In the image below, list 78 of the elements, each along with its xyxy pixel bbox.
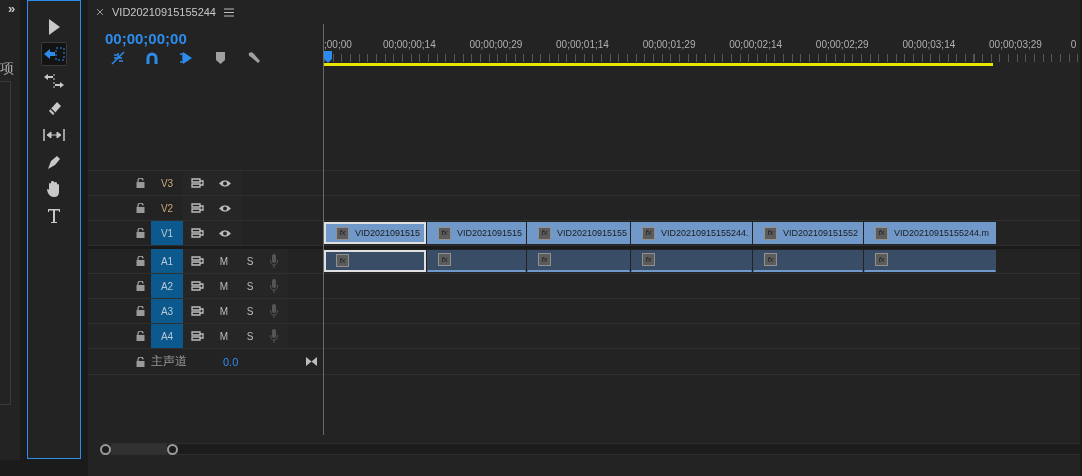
sync-lock-icon[interactable] bbox=[191, 331, 204, 341]
scroll-thumb[interactable] bbox=[111, 444, 167, 454]
double-arrow-bracket-icon bbox=[43, 128, 65, 142]
sync-lock-icon[interactable] bbox=[191, 178, 204, 188]
ruler-timecode: 00;00;02;29 bbox=[814, 39, 870, 50]
menu-icon[interactable] bbox=[224, 7, 234, 17]
track-target-button[interactable]: A2 bbox=[151, 274, 183, 298]
playhead-icon[interactable] bbox=[324, 51, 332, 63]
track-select-tool-button[interactable] bbox=[41, 42, 67, 66]
eye-icon[interactable] bbox=[218, 178, 232, 188]
sync-lock-icon[interactable] bbox=[191, 281, 204, 291]
sync-lock-icon[interactable] bbox=[191, 256, 204, 266]
track-target-button[interactable]: A1 bbox=[151, 249, 183, 273]
ruler-timecode: 00;00;01;14 bbox=[555, 39, 610, 50]
magnet-icon bbox=[146, 51, 158, 65]
time-ruler[interactable]: ;00;00 00;00;00;14 00;00;00;29 00;00;01;14 00;00;01;29 00;00;02;14 00;00;02;29 00;00;03;14 00;00;03;29 0 bbox=[323, 24, 1080, 70]
sync-lock-icon[interactable] bbox=[191, 203, 204, 213]
nest-toggle-button[interactable] bbox=[109, 50, 127, 66]
ruler-timecode: ;00;00 bbox=[324, 39, 353, 50]
panel-label: 项 bbox=[0, 59, 15, 77]
cursor-arrow-icon bbox=[47, 18, 61, 36]
ruler-timecode: 00;00;00;14 bbox=[381, 39, 437, 50]
lock-icon[interactable] bbox=[136, 256, 145, 266]
mute-button[interactable]: M bbox=[218, 280, 230, 292]
sync-lock-icon[interactable] bbox=[191, 306, 204, 316]
bowtie-icon[interactable] bbox=[306, 357, 318, 366]
solo-button[interactable]: S bbox=[244, 330, 256, 342]
track-target-button[interactable]: A4 bbox=[151, 324, 183, 348]
hand-icon bbox=[46, 180, 62, 198]
track-target-button[interactable]: V3 bbox=[151, 171, 183, 195]
mute-button[interactable]: M bbox=[218, 305, 230, 317]
ruler-timecode: 00;00;02;14 bbox=[728, 39, 784, 50]
ruler-timecode: 0 bbox=[1069, 39, 1078, 50]
pen-icon bbox=[46, 154, 62, 170]
ruler-timecode: 00;00;03;29 bbox=[988, 39, 1043, 50]
sequence-tab-title[interactable]: VID20210915155244 bbox=[112, 6, 216, 18]
track-target-button[interactable]: V2 bbox=[151, 196, 183, 220]
clip-name: VID20210915155 bbox=[557, 228, 628, 238]
ruler-timecode: 00;00;00;29 bbox=[468, 39, 524, 50]
split-arrows-icon bbox=[43, 73, 65, 89]
ruler-timecode: 00;00;01;29 bbox=[641, 39, 697, 50]
lock-icon[interactable] bbox=[136, 228, 145, 238]
zoom-scrollbar[interactable] bbox=[100, 443, 1080, 455]
lock-icon[interactable] bbox=[136, 178, 145, 188]
sync-lock-icon[interactable] bbox=[191, 228, 204, 238]
panel-expand-toggle[interactable]: » bbox=[0, 0, 20, 17]
lock-icon[interactable] bbox=[136, 281, 145, 291]
linked-selection-icon bbox=[179, 51, 193, 65]
lock-icon[interactable] bbox=[136, 306, 145, 316]
razor-blade-icon bbox=[46, 100, 62, 116]
solo-button[interactable]: S bbox=[244, 305, 256, 317]
clip-name: VID2021091515 bbox=[457, 228, 523, 238]
scroll-handle[interactable] bbox=[167, 443, 178, 455]
ruler-timecode: 00;00;03;14 bbox=[901, 39, 957, 50]
wrench-icon bbox=[247, 51, 261, 65]
track-target-button[interactable]: A3 bbox=[151, 299, 183, 323]
text-tool-icon bbox=[47, 208, 61, 224]
track-target-button[interactable]: V1 bbox=[151, 221, 183, 245]
close-icon[interactable] bbox=[96, 8, 104, 16]
master-volume-value[interactable]: 0.0 bbox=[223, 355, 239, 368]
marker-icon bbox=[215, 52, 225, 64]
mute-button[interactable]: M bbox=[218, 255, 230, 267]
arrow-dashed-box-icon bbox=[43, 47, 65, 61]
solo-button[interactable]: S bbox=[244, 255, 256, 267]
lock-icon[interactable] bbox=[136, 356, 145, 367]
lock-icon[interactable] bbox=[136, 331, 145, 341]
clip-name: VID20210915155244.m bbox=[894, 228, 990, 238]
nest-icon bbox=[111, 51, 125, 65]
master-track-name: 主声道 bbox=[151, 353, 187, 370]
lock-icon[interactable] bbox=[136, 203, 145, 213]
clip-name: VID2021091515 bbox=[355, 228, 421, 238]
mute-button[interactable]: M bbox=[218, 330, 230, 342]
timecode-display[interactable]: 00;00;00;00 bbox=[105, 30, 323, 48]
clip-name: VID20210915155244. bbox=[661, 228, 749, 238]
eye-icon[interactable] bbox=[218, 228, 232, 238]
solo-button[interactable]: S bbox=[244, 280, 256, 292]
eye-icon[interactable] bbox=[218, 203, 232, 213]
clip-name: VID202109151552 bbox=[783, 228, 859, 238]
